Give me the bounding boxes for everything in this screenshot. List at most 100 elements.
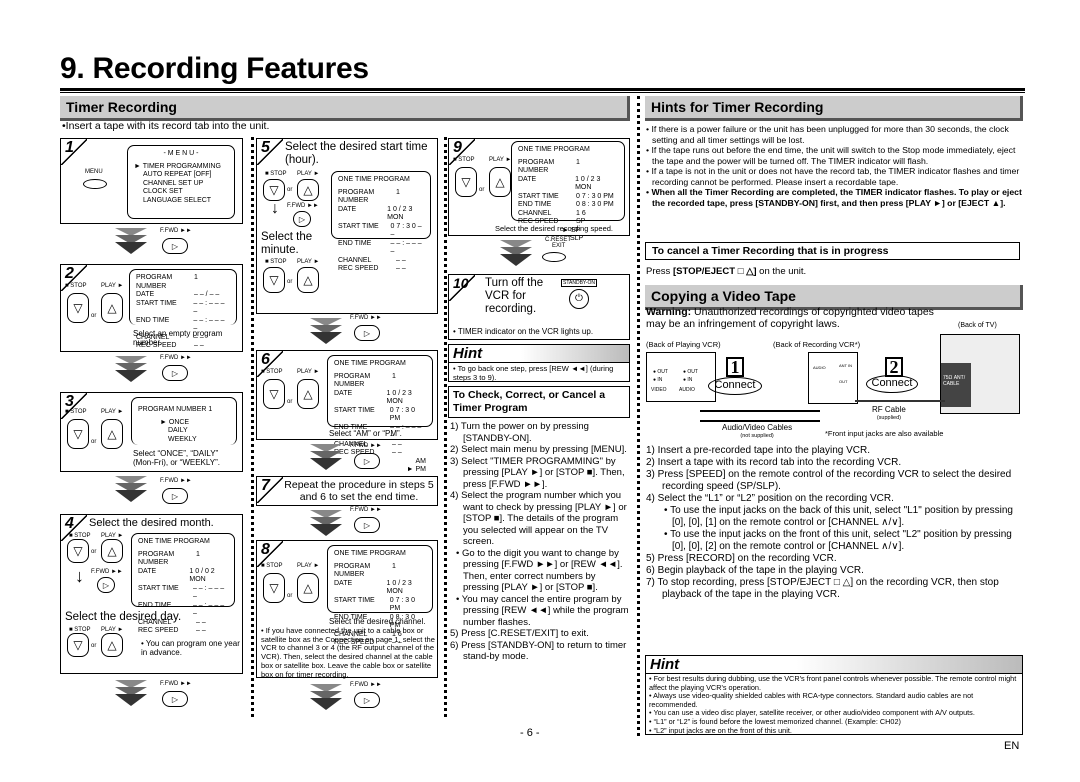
- fwd-button[interactable]: ▷: [354, 692, 380, 708]
- field-value: 1 0 / 2 3 MON: [386, 389, 412, 406]
- hints-timer-list: • If there is a power failure or the uni…: [646, 124, 1024, 208]
- connect-2-label: Connect: [866, 375, 918, 393]
- fwd-button[interactable]: ▷: [293, 211, 311, 227]
- play-up-button[interactable]: △: [101, 539, 123, 563]
- step-5-panel: 5 Select the desired start time (hour). …: [256, 138, 438, 314]
- field-value: – – : – – – –: [193, 299, 225, 316]
- insert-tape-instruction: •Insert a tape with its record tab into …: [62, 120, 270, 132]
- field-value: 1: [392, 562, 396, 570]
- step-number: 2: [65, 265, 74, 282]
- fwd-button[interactable]: ▷: [97, 577, 115, 593]
- option-item: WEEKLY: [168, 435, 197, 443]
- fwd-label: F.FWD ►►: [160, 478, 192, 484]
- fwd-button[interactable]: ▷: [162, 488, 188, 504]
- option-item: DAILY: [168, 427, 188, 434]
- play-up-button[interactable]: △: [101, 633, 123, 657]
- stop-down-button[interactable]: ▽: [263, 573, 285, 603]
- stop-down-button[interactable]: ▽: [455, 167, 477, 197]
- stop-label: ■ STOP: [453, 157, 475, 163]
- power-icon[interactable]: ⏻: [569, 289, 589, 309]
- fwd-button[interactable]: ▷: [354, 325, 380, 341]
- fwd-button[interactable]: ▷: [354, 453, 380, 469]
- play-up-button[interactable]: △: [297, 379, 319, 409]
- creset-exit-button[interactable]: [542, 252, 566, 262]
- check-step: 2) Select main menu by pressing [MENU].: [450, 444, 627, 455]
- field-value: 1 0 / 0 2 MON: [189, 567, 215, 584]
- cancel-text-prefix: Press: [646, 266, 673, 277]
- or-label: or: [91, 549, 97, 555]
- step-number: 1: [65, 139, 74, 156]
- field-value: 1: [196, 550, 200, 558]
- play-up-button[interactable]: △: [101, 419, 123, 449]
- field-value: 1: [396, 188, 400, 196]
- play-up-button[interactable]: △: [297, 573, 319, 603]
- play-label: PLAY ►: [297, 259, 320, 265]
- hint-item: • “L2” input jacks are on the front of t…: [649, 725, 792, 735]
- play-up-button[interactable]: △: [297, 267, 319, 293]
- copy-step: 5) Press [RECORD] on the recording VCR.: [646, 553, 837, 564]
- stop-label: ■ STOP: [65, 409, 87, 415]
- copy-step: 1) Insert a pre-recorded tape into the p…: [646, 445, 871, 456]
- down-arrow-icon: [500, 240, 532, 266]
- option-item: AM: [415, 457, 427, 465]
- fwd-button[interactable]: ▷: [162, 691, 188, 707]
- field-label: DATE: [338, 205, 357, 213]
- stop-down-button[interactable]: ▽: [263, 267, 285, 293]
- check-step: • You may cancel the entire program by p…: [456, 593, 629, 628]
- field-label: DATE: [138, 567, 157, 575]
- stop-label: ■ STOP: [265, 171, 287, 177]
- fwd-button[interactable]: ▷: [354, 517, 380, 533]
- play-label: PLAY ►: [297, 563, 320, 569]
- field-label: END TIME: [338, 239, 372, 247]
- or-label: or: [287, 279, 293, 285]
- video-label: VIDEO: [651, 387, 667, 393]
- step-number: 6: [261, 351, 270, 368]
- warning-label: Warning:: [646, 306, 692, 318]
- back-recording-vcr-label: (Back of Recording VCR*): [773, 340, 861, 349]
- play-up-button[interactable]: △: [297, 179, 319, 201]
- video-in-jack: ● IN: [653, 377, 663, 383]
- menu-button[interactable]: [83, 179, 107, 189]
- or-label: or: [91, 313, 97, 319]
- field-label: START TIME: [518, 192, 559, 200]
- step-2-panel: 2 ■ STOP PLAY ► ▽ or △ PROGRAM NUMBER 1 D…: [60, 264, 243, 352]
- copy-step: 6) Begin playback of the tape in the pla…: [646, 565, 864, 576]
- hint-text: • To go back one step, press [REW ◄◄] (d…: [453, 364, 614, 382]
- field-label: DATE: [136, 291, 155, 298]
- front-jacks-note: *Front input jacks are also available: [825, 429, 944, 438]
- back-playing-vcr-label: (Back of Playing VCR): [646, 340, 721, 349]
- video-out-jack: ● OUT: [653, 369, 668, 375]
- step-10-panel: 10 Turn off the VCR for recording. STAND…: [448, 274, 630, 340]
- fwd-label: F.FWD ►►: [350, 315, 382, 321]
- step-4-panel: 4 Select the desired month. ■ STOP PLAY …: [60, 514, 243, 674]
- playing-vcr: ● OUT ● IN VIDEO ● OUT ● IN AUDIO: [646, 352, 716, 402]
- step-subheading: Select the minute.: [261, 231, 313, 256]
- stop-down-button[interactable]: ▽: [263, 379, 285, 409]
- tv-menu-screen: - M E N U - ► TIMER PROGRAMMING AUTO REP…: [127, 145, 235, 219]
- fwd-button[interactable]: ▷: [162, 365, 188, 381]
- stop-label: ■ STOP: [265, 259, 287, 265]
- stop-down-button[interactable]: ▽: [263, 179, 285, 201]
- tv-program-screen: ONE TIME PROGRAM PROGRAM NUMBER 1 DATE 1 0…: [511, 141, 625, 242]
- hint-heading: Hint: [449, 345, 629, 363]
- play-up-button[interactable]: △: [489, 167, 511, 197]
- stop-down-button[interactable]: ▽: [67, 633, 89, 657]
- step-caption: Select “AM” or “PM”.: [329, 429, 402, 438]
- play-up-button[interactable]: △: [101, 293, 123, 323]
- stop-eject-key: [STOP/EJECT □ △]: [672, 266, 757, 277]
- stop-down-button[interactable]: ▽: [67, 293, 89, 323]
- stop-down-button[interactable]: ▽: [67, 539, 89, 563]
- copy-substep: • To use the input jacks on the front of…: [664, 529, 1012, 552]
- fwd-button[interactable]: ▷: [162, 238, 188, 254]
- field-value: 1: [194, 274, 198, 281]
- connect-2-badge: 2: [885, 357, 903, 377]
- field-value: – – : – – – –: [192, 601, 225, 618]
- field-label: PROGRAM NUMBER: [136, 274, 173, 290]
- step-number: 8: [261, 541, 270, 558]
- language-tag: EN: [1004, 740, 1020, 752]
- field-label: PROGRAM NUMBER: [518, 158, 555, 175]
- stop-down-button[interactable]: ▽: [67, 419, 89, 449]
- field-value: – –: [196, 618, 206, 626]
- av-cables-note: (not supplied): [740, 432, 774, 439]
- field-value: 1 0 / 2 3 MON: [387, 205, 413, 222]
